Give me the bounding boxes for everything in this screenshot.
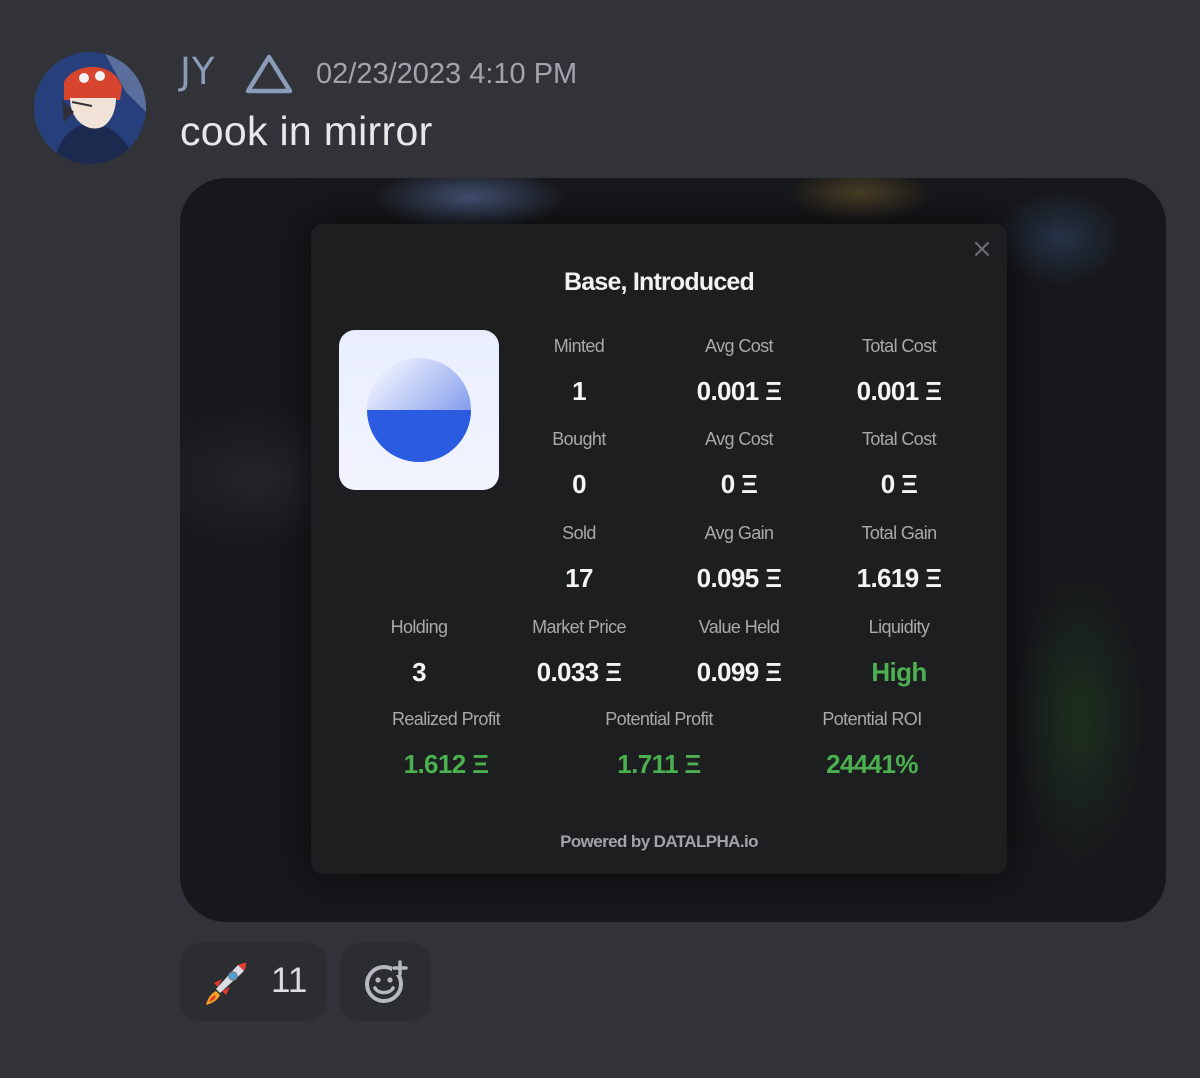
stat-label: Sold	[562, 523, 596, 543]
stat-label: Market Price	[532, 617, 626, 637]
stat-label: Liquidity	[868, 617, 930, 637]
reaction-count: 11	[271, 961, 308, 1000]
stat-realized-profit: Realized Profit 1.612 Ξ	[366, 709, 526, 780]
stat-value-held: Value Held 0.099 Ξ	[659, 617, 819, 688]
stat-value: 0.001 Ξ	[696, 376, 782, 406]
stat-label: Avg Cost	[705, 429, 774, 449]
base-logo-icon	[367, 358, 471, 462]
triangle-icon	[245, 54, 293, 94]
avatar-image	[34, 52, 146, 164]
stat-value: 1	[572, 376, 586, 406]
stat-label: Avg Gain	[704, 523, 775, 543]
stat-label: Total Cost	[861, 429, 937, 449]
stat-mint-total-cost: Total Cost 0.001 Ξ	[819, 336, 979, 407]
stat-label: Potential ROI	[822, 709, 922, 729]
add-reaction-button[interactable]	[340, 943, 431, 1021]
stat-value: 24441%	[826, 749, 918, 779]
stat-value: 0 Ξ	[880, 469, 918, 499]
collection-logo	[339, 330, 499, 490]
stat-label: Holding	[390, 617, 448, 637]
chat-message: JY 02/23/2023 4:10 PM cook in mirror × B…	[0, 0, 1200, 1078]
stat-value: 1.619 Ξ	[856, 563, 942, 593]
stats-modal: × Base, Introduced Minted 1 Avg Cost 0.0…	[311, 224, 1007, 874]
stat-label: Total Gain	[861, 523, 937, 543]
stat-value: 0	[572, 469, 586, 499]
stat-mint-avg-cost: Avg Cost 0.001 Ξ	[659, 336, 819, 407]
modal-title: Base, Introduced	[563, 268, 755, 296]
powered-by: Powered by DATALPHA.io	[560, 832, 758, 851]
close-icon[interactable]: ×	[971, 236, 993, 262]
stat-value: 1.711 Ξ	[617, 749, 701, 779]
stat-value: 0.095 Ξ	[696, 563, 782, 593]
stat-label: Minted	[553, 336, 605, 356]
stat-label: Realized Profit	[391, 709, 501, 729]
stat-value: 0.099 Ξ	[696, 657, 782, 687]
stat-label: Value Held	[698, 617, 780, 637]
stat-value: 3	[412, 657, 426, 687]
stat-label: Bought	[552, 429, 606, 449]
username[interactable]: JY	[180, 50, 216, 93]
stat-minted: Minted 1	[499, 336, 659, 407]
stat-holding: Holding 3	[339, 617, 499, 688]
stat-potential-profit: Potential Profit 1.711 Ξ	[579, 709, 739, 780]
rocket-icon	[206, 963, 246, 1005]
stat-value: 17	[565, 563, 593, 593]
stat-value: 0 Ξ	[720, 469, 758, 499]
stat-total-gain: Total Gain 1.619 Ξ	[819, 523, 979, 594]
avatar[interactable]	[34, 52, 146, 164]
stat-value: 0.001 Ξ	[856, 376, 942, 406]
embed-image[interactable]: × Base, Introduced Minted 1 Avg Cost 0.0…	[180, 178, 1166, 922]
stat-label: Avg Cost	[705, 336, 774, 356]
message-content: cook in mirror	[180, 108, 433, 154]
stat-value: 0.033 Ξ	[536, 657, 622, 687]
stat-buy-total-cost: Total Cost 0 Ξ	[819, 429, 979, 500]
stat-label: Potential Profit	[605, 709, 713, 729]
stat-bought: Bought 0	[499, 429, 659, 500]
reaction-rocket[interactable]: 11	[180, 943, 327, 1021]
stat-potential-roi: Potential ROI 24441%	[792, 709, 952, 780]
stat-value: High	[871, 657, 927, 687]
stat-market-price: Market Price 0.033 Ξ	[499, 617, 659, 688]
timestamp[interactable]: 02/23/2023 4:10 PM	[316, 58, 577, 91]
stat-value: 1.612 Ξ	[403, 749, 489, 779]
stat-avg-gain: Avg Gain 0.095 Ξ	[659, 523, 819, 594]
stat-buy-avg-cost: Avg Cost 0 Ξ	[659, 429, 819, 500]
stat-sold: Sold 17	[499, 523, 659, 594]
stat-liquidity: Liquidity High	[819, 617, 979, 688]
add-reaction-icon	[365, 960, 408, 1003]
stat-label: Total Cost	[861, 336, 937, 356]
